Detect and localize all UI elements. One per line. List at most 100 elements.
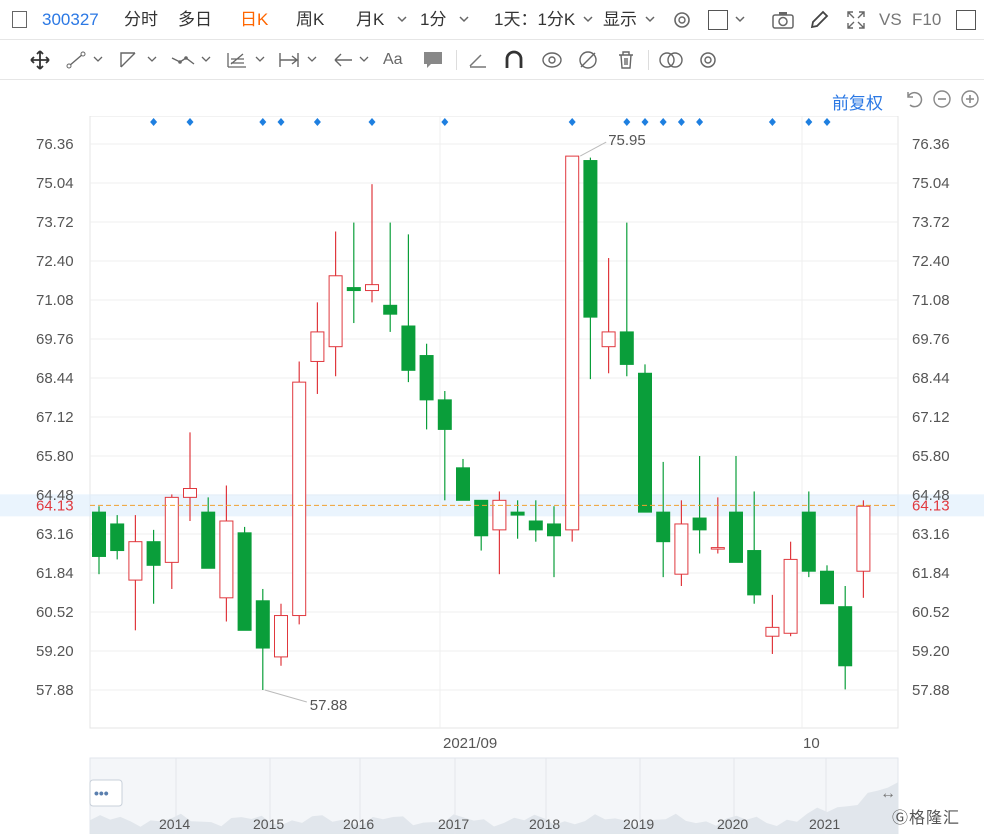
expand-icon[interactable] <box>845 9 867 36</box>
candle-body[interactable] <box>510 511 525 516</box>
tab-multiday[interactable]: 多日 <box>178 10 212 30</box>
chevron-down-icon[interactable] <box>644 12 656 30</box>
candle-body[interactable] <box>747 550 762 596</box>
trash-icon[interactable] <box>615 49 637 76</box>
event-marker[interactable] <box>313 118 321 126</box>
candle-body[interactable] <box>820 570 834 605</box>
candle-body[interactable] <box>601 331 616 348</box>
candle-body[interactable] <box>765 626 780 637</box>
event-marker[interactable] <box>641 118 649 126</box>
magnet-icon[interactable] <box>503 49 525 76</box>
candle-body[interactable] <box>801 511 816 572</box>
display-select[interactable]: 显示 <box>603 10 637 30</box>
hide-icon[interactable] <box>577 49 599 76</box>
candle-body[interactable] <box>383 304 398 315</box>
candle-body[interactable] <box>292 381 307 617</box>
candle-body[interactable] <box>437 399 452 430</box>
candle-body[interactable] <box>328 275 343 348</box>
event-marker[interactable] <box>623 118 631 126</box>
candle-body[interactable] <box>146 541 161 566</box>
polyline-tool-icon[interactable] <box>118 50 160 75</box>
link-icon[interactable] <box>540 49 564 76</box>
candle-body[interactable] <box>110 523 125 552</box>
chevron-down-icon[interactable] <box>734 12 746 30</box>
tab-monthly-k[interactable]: 月K <box>356 10 384 30</box>
candlestick-chart[interactable]: 76.36 76.36 75.04 75.04 73.72 73.72 72.40 72.40… <box>0 116 984 756</box>
stock-code[interactable]: 300327 <box>42 10 99 30</box>
gear-icon[interactable] <box>671 9 693 36</box>
candle-body[interactable] <box>619 331 634 365</box>
candle-body[interactable] <box>201 511 216 569</box>
event-marker[interactable] <box>677 118 685 126</box>
candle-body[interactable] <box>310 331 325 362</box>
event-marker[interactable] <box>277 118 285 126</box>
sidebar-toggle-icon[interactable] <box>12 11 27 28</box>
candle-body[interactable] <box>255 600 270 649</box>
candle-body[interactable] <box>856 505 871 572</box>
candle-body[interactable] <box>346 287 361 292</box>
zoom-in-icon[interactable] <box>960 89 980 114</box>
navigator-menu-button-label[interactable]: ••• <box>94 785 109 801</box>
vs-button[interactable]: VS <box>879 10 902 30</box>
candle-body[interactable] <box>492 499 507 531</box>
candle-body[interactable] <box>783 558 798 634</box>
candle-body[interactable] <box>164 496 179 563</box>
chevron-down-icon[interactable] <box>396 12 408 30</box>
tab-weekly-k[interactable]: 周K <box>296 10 324 30</box>
candle-body[interactable] <box>838 606 853 667</box>
square-icon[interactable] <box>708 10 728 30</box>
candle-body[interactable] <box>656 511 671 543</box>
event-marker[interactable] <box>186 118 194 126</box>
multi-day-select[interactable]: 1天：1分K <box>494 10 575 30</box>
arrow-tool-icon[interactable] <box>332 50 374 75</box>
adjust-mode-button[interactable]: 前复权 <box>832 89 883 114</box>
candle-body[interactable] <box>729 511 743 563</box>
candle-body[interactable] <box>365 284 379 292</box>
note-tool-icon[interactable] <box>422 50 444 75</box>
fib-tool-icon[interactable] <box>226 50 268 75</box>
measure-tool-icon[interactable] <box>278 50 322 75</box>
undo-icon[interactable] <box>904 89 924 114</box>
navigator-resize-handle[interactable]: ↔ <box>880 785 896 802</box>
candle-body[interactable] <box>692 517 707 531</box>
event-marker[interactable] <box>259 118 267 126</box>
candle-body[interactable] <box>583 160 598 318</box>
zoom-out-icon[interactable] <box>932 89 952 114</box>
eraser-icon[interactable] <box>467 50 489 75</box>
candle-body[interactable] <box>183 488 197 498</box>
event-marker[interactable] <box>368 118 376 126</box>
tab-daily-k[interactable]: 日K <box>240 10 268 30</box>
event-marker[interactable] <box>696 118 704 126</box>
tab-intraday[interactable]: 分时 <box>124 10 158 30</box>
candle-body[interactable] <box>401 325 416 371</box>
period-select[interactable]: 1分 <box>420 10 446 30</box>
event-marker[interactable] <box>823 118 831 126</box>
settings-icon[interactable] <box>697 49 719 76</box>
candle-body[interactable] <box>92 511 106 557</box>
candle-body[interactable] <box>565 155 580 531</box>
move-icon[interactable] <box>29 49 51 76</box>
candle-body[interactable] <box>638 372 652 513</box>
candle-body[interactable] <box>128 541 143 581</box>
wave-tool-icon[interactable] <box>170 50 214 75</box>
candle-body[interactable] <box>419 355 434 401</box>
candle-body[interactable] <box>237 532 252 631</box>
candle-body[interactable] <box>274 615 288 658</box>
time-navigator[interactable]: 2014 2015 2016 2017 2018 2019 2020 2021 ••• ↔ <box>0 756 984 834</box>
event-marker[interactable] <box>805 118 813 126</box>
event-marker[interactable] <box>768 118 776 126</box>
candle-body[interactable] <box>456 467 470 501</box>
compare-icon[interactable] <box>658 50 684 75</box>
camera-icon[interactable] <box>771 10 795 35</box>
pencil-icon[interactable] <box>808 9 830 36</box>
f10-button[interactable]: F10 <box>912 10 941 30</box>
event-marker[interactable] <box>150 118 158 126</box>
chevron-down-icon[interactable] <box>582 12 594 30</box>
event-marker[interactable] <box>659 118 667 126</box>
text-tool-icon[interactable]: Aa <box>383 51 403 69</box>
event-marker[interactable] <box>441 118 449 126</box>
chevron-down-icon[interactable] <box>458 12 470 30</box>
candle-body[interactable] <box>547 523 561 537</box>
candle-body[interactable] <box>710 547 725 550</box>
event-marker[interactable] <box>568 118 576 126</box>
